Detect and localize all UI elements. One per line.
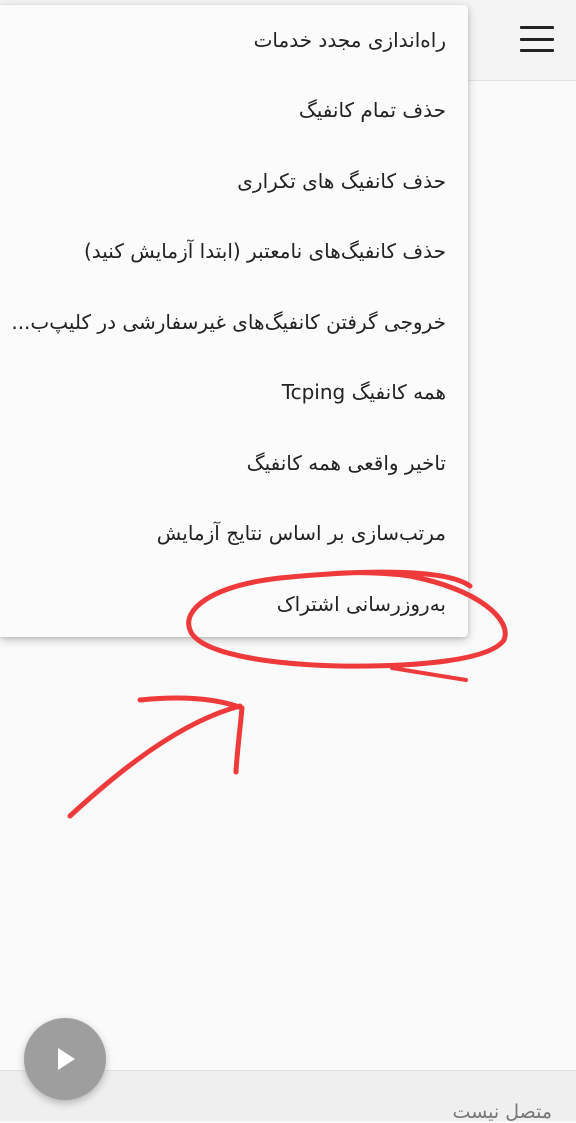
annotation-circle-tail: [390, 666, 468, 682]
menu-item-delete-all-configs[interactable]: حذف تمام کانفیگ: [0, 75, 468, 146]
menu-item-restart-service[interactable]: راه‌اندازی مجدد خدمات: [0, 5, 468, 75]
menu-item-tcping-all[interactable]: همه کانفیگ Tcping: [0, 357, 468, 428]
annotation-arrow-icon: [67, 695, 245, 819]
connect-fab-button[interactable]: [24, 1018, 106, 1100]
overflow-menu: راه‌اندازی مجدد خدمات حذف تمام کانفیگ حذ…: [0, 5, 468, 637]
menu-item-sort-by-test-results[interactable]: مرتب‌سازی بر اساس نتایج آزمایش: [0, 498, 468, 569]
menu-item-delete-invalid-configs[interactable]: حذف کانفیگ‌های نامعتبر (ابتدا آزمایش کنی…: [0, 216, 468, 287]
menu-item-export-configs-clipboard[interactable]: خروجی گرفتن کانفیگ‌های غیرسفارشی در کلیپ…: [0, 287, 468, 358]
hamburger-icon[interactable]: [520, 24, 554, 54]
menu-item-update-subscription[interactable]: به‌روزرسانی اشتراک: [0, 569, 468, 640]
menu-item-delete-duplicate-configs[interactable]: حذف کانفیگ های تکراری: [0, 146, 468, 217]
menu-item-real-delay-all[interactable]: تاخیر واقعی همه کانفیگ: [0, 428, 468, 499]
play-icon: [58, 1048, 75, 1070]
